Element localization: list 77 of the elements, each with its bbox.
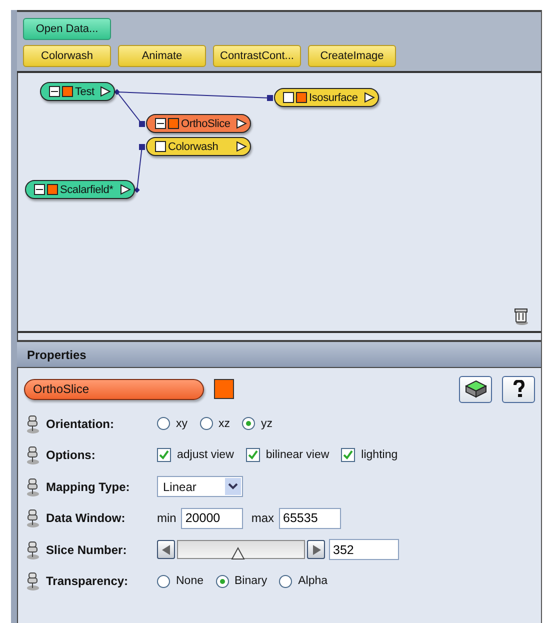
max-input-field[interactable]: 65535: [279, 508, 342, 529]
empty-box-icon[interactable]: [283, 92, 294, 103]
play-icon[interactable]: [364, 92, 375, 103]
open-data-button[interactable]: Open Data...: [23, 18, 111, 40]
radio-button[interactable]: [216, 574, 228, 588]
question-mark-icon: [512, 380, 526, 398]
module-node[interactable]: Test: [40, 82, 115, 101]
minus-box-icon[interactable]: [34, 184, 45, 195]
checkbox[interactable]: [246, 448, 260, 462]
trash-icon[interactable]: [513, 307, 529, 325]
empty-box-icon[interactable]: [155, 141, 166, 152]
radio-option[interactable]: Alpha: [279, 574, 328, 588]
chevron-down-icon: [225, 478, 241, 496]
right-triangle-icon: [312, 544, 320, 555]
pushpin-icon[interactable]: [25, 571, 40, 592]
checkbox-option[interactable]: bilinear view: [246, 448, 330, 462]
radio-option[interactable]: xz: [200, 417, 230, 430]
radio-button[interactable]: [242, 417, 255, 430]
module-button[interactable]: ContrastCont...: [213, 45, 301, 67]
decrement-button[interactable]: [157, 540, 175, 560]
node-label: Colorwash: [168, 140, 220, 152]
connection-line: [134, 144, 145, 193]
cube-icon: [464, 380, 486, 398]
module-name-pill: OrthoSlice: [24, 378, 204, 400]
property-label: Orientation:: [46, 416, 115, 431]
pushpin-icon[interactable]: [25, 508, 40, 528]
radio-option[interactable]: None: [157, 574, 204, 588]
module-node[interactable]: Scalarfield*: [25, 180, 135, 199]
checkbox-option[interactable]: lighting: [341, 448, 398, 462]
max-label: max: [251, 511, 274, 526]
pushpin-icon[interactable]: [25, 476, 40, 497]
left-triangle-icon: [162, 544, 170, 555]
slice-number-field[interactable]: 352: [329, 539, 399, 560]
slice-slider[interactable]: [177, 540, 305, 560]
minus-box-icon[interactable]: [49, 86, 60, 97]
minus-box-icon[interactable]: [155, 118, 166, 129]
mapping-type-dropdown[interactable]: Linear: [157, 476, 243, 498]
properties-header: Properties: [17, 340, 541, 368]
increment-button[interactable]: [307, 540, 325, 560]
min-input-field[interactable]: 20000: [181, 508, 244, 529]
property-label: Data Window:: [46, 511, 126, 526]
play-icon[interactable]: [100, 86, 111, 97]
pushpin-icon[interactable]: [25, 414, 40, 434]
radio-option[interactable]: yz: [242, 417, 272, 430]
checkbox[interactable]: [341, 448, 356, 462]
radio-option[interactable]: xy: [157, 417, 188, 430]
module-node[interactable]: OrthoSlice: [146, 114, 251, 133]
property-label: Options:: [46, 448, 96, 462]
node-label: Scalarfield*: [60, 184, 114, 196]
radio-option[interactable]: Binary: [216, 574, 268, 588]
radio-button[interactable]: [279, 574, 292, 588]
module-node[interactable]: Isosurface: [274, 88, 379, 107]
slider-thumb[interactable]: [231, 547, 246, 560]
module-color-swatch[interactable]: [214, 379, 234, 399]
radio-button[interactable]: [200, 417, 212, 430]
module-button[interactable]: Animate: [118, 45, 206, 67]
pushpin-icon[interactable]: [25, 540, 40, 560]
property-label: Transparency:: [46, 574, 130, 588]
node-label: Test: [75, 86, 96, 98]
radio-button[interactable]: [157, 574, 170, 588]
play-icon[interactable]: [120, 184, 131, 195]
module-button[interactable]: CreateImage: [308, 45, 396, 67]
checkbox-option[interactable]: adjust view: [157, 448, 234, 462]
help-button[interactable]: [502, 376, 535, 402]
play-icon[interactable]: [236, 141, 247, 152]
radio-button[interactable]: [157, 417, 170, 430]
property-label: Slice Number:: [46, 542, 128, 557]
node-label: OrthoSlice: [181, 118, 232, 130]
module-button[interactable]: Colorwash: [23, 45, 111, 67]
property-label: Mapping Type:: [46, 480, 131, 494]
checkbox[interactable]: [157, 448, 171, 462]
module-node[interactable]: Colorwash: [146, 137, 251, 156]
play-icon[interactable]: [236, 118, 247, 129]
pushpin-icon[interactable]: [25, 445, 40, 466]
viewer-button[interactable]: [459, 376, 492, 402]
node-label: Isosurface: [309, 92, 359, 104]
min-label: min: [157, 511, 176, 526]
